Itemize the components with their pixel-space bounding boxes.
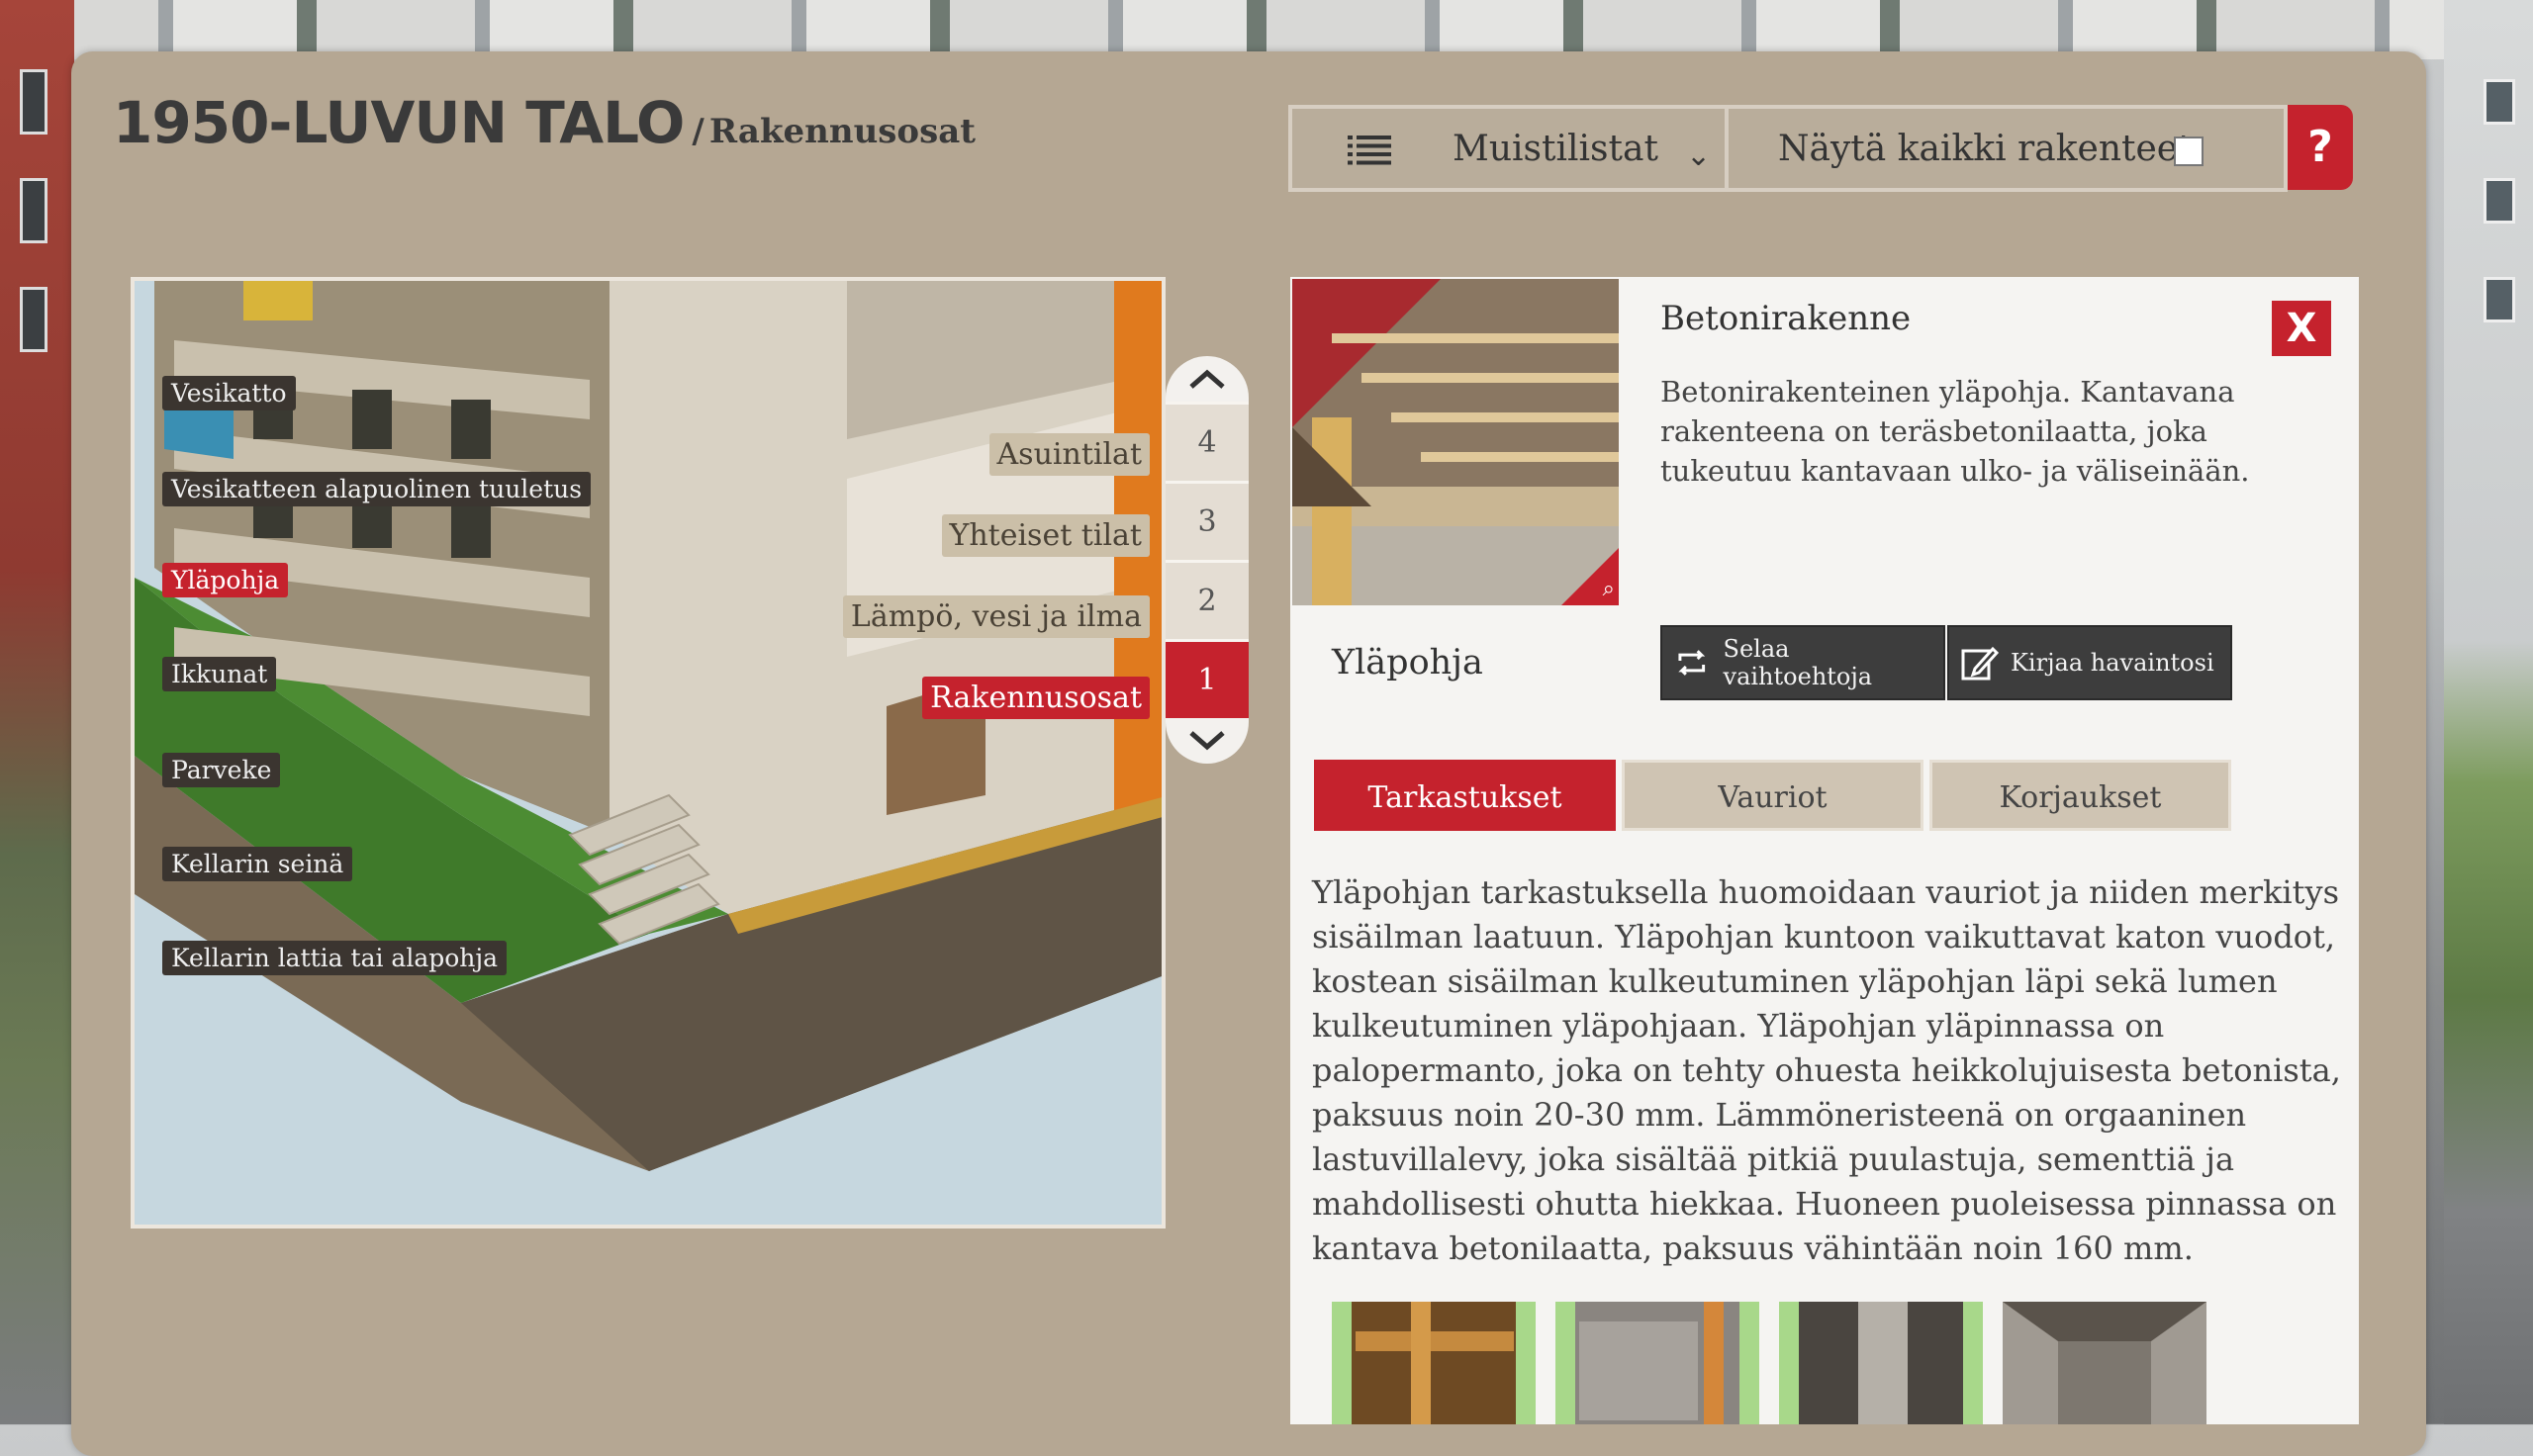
chevron-up-icon xyxy=(1189,369,1225,389)
inspection-text: Yläpohjan tarkastuksella huomoidaan vaur… xyxy=(1312,873,2341,1267)
zoom-icon: ⌕ xyxy=(1602,577,1615,601)
floor-tag-yhteiset-tilat[interactable]: Yhteiset tilat xyxy=(941,514,1150,557)
chevron-down-icon: ⌄ xyxy=(1686,138,1712,173)
show-all-label: Näytä kaikki rakenteet xyxy=(1778,129,2193,169)
floor-button-4[interactable]: 4 xyxy=(1166,402,1249,481)
title-separator: / xyxy=(692,112,704,151)
part-name: Yläpohja xyxy=(1332,643,1483,682)
browse-options-label: Selaa vaihtoehtoja xyxy=(1723,635,1873,690)
structure-image[interactable]: ⌕ xyxy=(1292,279,1619,605)
close-button[interactable]: X xyxy=(2272,301,2331,356)
floor-up-button[interactable] xyxy=(1166,356,1249,402)
thumbnail-3-image xyxy=(1858,1302,1908,1424)
floor-down-button[interactable] xyxy=(1166,718,1249,764)
edit-icon xyxy=(1961,646,1999,681)
thumbnail-2[interactable] xyxy=(1555,1302,1759,1424)
floor-tag-lampo-vesi-ilma[interactable]: Lämpö, vesi ja ilma xyxy=(842,595,1150,638)
close-icon: X xyxy=(2286,306,2317,351)
floor-selector: 4 3 2 1 xyxy=(1166,356,1249,764)
floor-tag-rakennusosat[interactable]: Rakennusosat xyxy=(922,677,1150,719)
background-building-left xyxy=(0,0,74,1424)
record-observation-button[interactable]: Kirjaa havaintosi xyxy=(1947,625,2232,700)
thumbnail-1[interactable] xyxy=(1332,1302,1536,1424)
thumbnail-3[interactable] xyxy=(1779,1302,1983,1424)
tag-parveke[interactable]: Parveke xyxy=(162,753,281,787)
info-tabs: Tarkastukset Vauriot Korjaukset xyxy=(1314,760,2237,831)
thumbnail-1-image xyxy=(1356,1302,1514,1424)
help-icon: ? xyxy=(2307,122,2333,172)
structure-description: Betonirakenteinen yläpohja. Kantavana ra… xyxy=(1660,375,2250,488)
floor-button-2[interactable]: 2 xyxy=(1166,560,1249,639)
floor-tag-asuintilat[interactable]: Asuintilat xyxy=(988,433,1150,476)
chevron-down-icon xyxy=(1189,731,1225,751)
record-observation-label: Kirjaa havaintosi xyxy=(2011,649,2214,677)
tab-tarkastukset[interactable]: Tarkastukset xyxy=(1314,760,1616,831)
structure-info-panel: ⌕ Betonirakenne Betonirakenteinen yläpoh… xyxy=(1290,277,2359,1424)
floor-button-3[interactable]: 3 xyxy=(1166,481,1249,560)
memo-lists-label: Muistilistat xyxy=(1453,129,1658,169)
tag-kellarin-lattia[interactable]: Kellarin lattia tai alapohja xyxy=(162,941,508,975)
tab-vauriot[interactable]: Vauriot xyxy=(1622,760,1923,831)
background-building-right xyxy=(2444,0,2533,1424)
page-title: 1950-LUVUN TALO / Rakennusosat xyxy=(113,89,976,156)
structure-title: Betonirakenne xyxy=(1660,299,1912,338)
thumbnail-4-image xyxy=(2003,1302,2206,1424)
tag-ylapohja[interactable]: Yläpohja xyxy=(162,563,289,597)
show-all-structures-toggle[interactable]: Näytä kaikki rakenteet xyxy=(1729,105,2288,192)
floor-button-1[interactable]: 1 xyxy=(1166,639,1249,718)
list-icon xyxy=(1348,136,1391,165)
tag-ikkunat[interactable]: Ikkunat xyxy=(162,657,277,691)
repeat-icon xyxy=(1678,650,1706,676)
breadcrumb-current[interactable]: Rakennusosat xyxy=(709,112,976,151)
show-all-checkbox[interactable] xyxy=(2174,136,2204,166)
tag-kellarin-seina[interactable]: Kellarin seinä xyxy=(162,847,353,881)
browse-options-button[interactable]: Selaa vaihtoehtoja xyxy=(1660,625,1945,700)
top-toolbar: Muistilistat ⌄ Näytä kaikki rakenteet ? xyxy=(1288,105,2353,192)
photo-thumbnails xyxy=(1332,1302,2226,1424)
tab-korjaukset[interactable]: Korjaukset xyxy=(1929,760,2231,831)
tag-vesikatteen-tuuletus[interactable]: Vesikatteen alapuolinen tuuletus xyxy=(162,472,592,506)
help-button[interactable]: ? xyxy=(2288,105,2353,190)
background-buildings-top xyxy=(0,0,2533,59)
building-illustration xyxy=(135,281,1162,1225)
tag-vesikatto[interactable]: Vesikatto xyxy=(162,376,296,410)
thumbnail-2-image xyxy=(1579,1302,1724,1424)
title-main: 1950-LUVUN TALO xyxy=(113,89,685,156)
building-cutaway-image[interactable]: Vesikatto Vesikatteen alapuolinen tuulet… xyxy=(131,277,1166,1228)
memo-lists-dropdown[interactable]: Muistilistat ⌄ xyxy=(1288,105,1729,192)
thumbnail-4[interactable] xyxy=(2003,1302,2206,1424)
